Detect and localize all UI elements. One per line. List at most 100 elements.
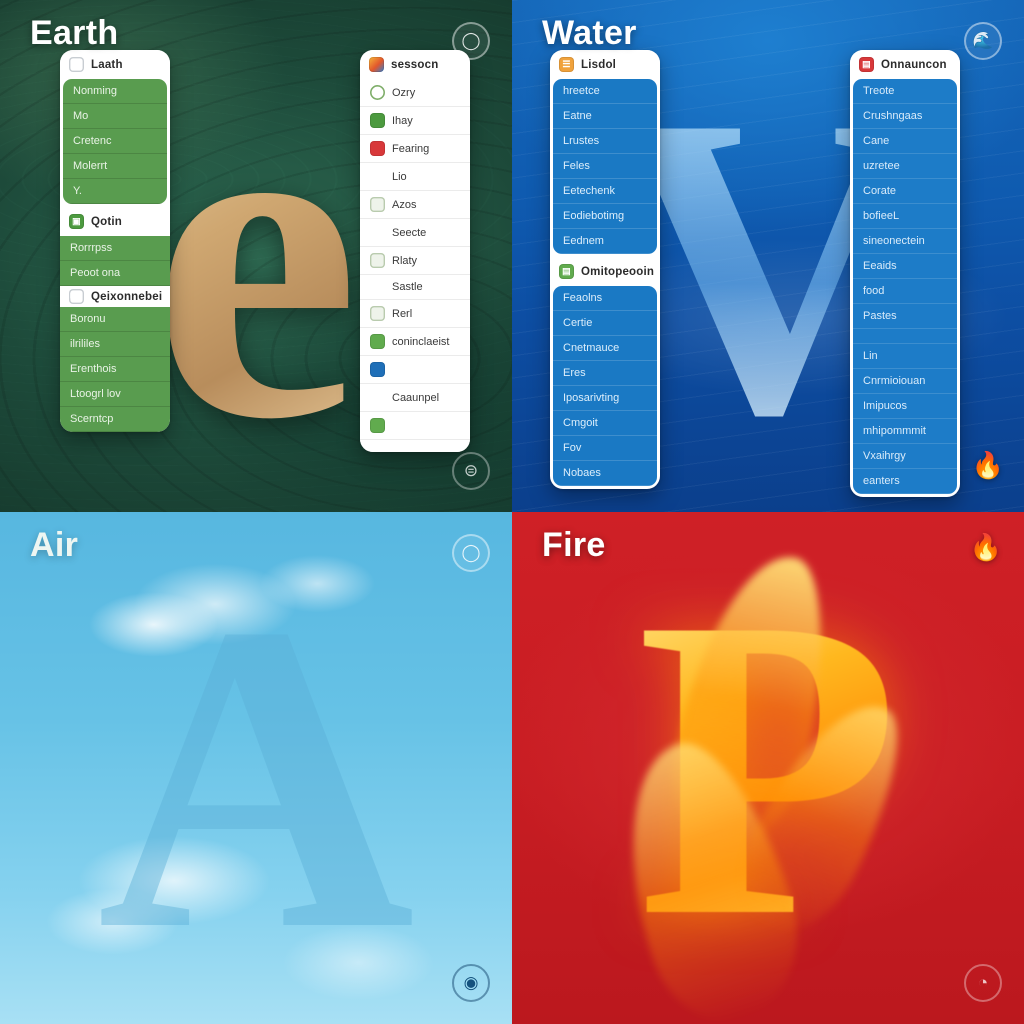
- list-item[interactable]: Ozry: [360, 79, 470, 107]
- list-item[interactable]: Cmgoit: [553, 411, 657, 436]
- list-item-label: Scerntcp: [70, 413, 114, 425]
- list-item[interactable]: Feles: [553, 154, 657, 179]
- list-item[interactable]: Cretenc: [63, 129, 167, 154]
- list-item[interactable]: Feaolns: [553, 286, 657, 311]
- earth-glyph: e: [151, 0, 361, 512]
- list-item[interactable]: coninclaeist: [360, 328, 470, 356]
- air-glyph: A: [97, 534, 415, 1022]
- list-item[interactable]: uzretee: [853, 154, 957, 179]
- list-item[interactable]: Fov: [553, 436, 657, 461]
- list-item[interactable]: ⚲ Lio: [360, 163, 470, 191]
- earth-left-panel[interactable]: ▤ Laath Nonming Mo Cretenc Molerrt Y. ▣ …: [60, 50, 170, 432]
- water-left-panel[interactable]: ☰ Lisdol hreetce Eatne Lrustes Feles Eet…: [550, 50, 660, 489]
- list-item[interactable]: Scerntcp: [60, 407, 170, 432]
- list-item[interactable]: Certie: [553, 311, 657, 336]
- dot-icon: ⚲: [374, 171, 381, 181]
- list-item[interactable]: Eatne: [553, 104, 657, 129]
- list-item[interactable]: bofieeL: [853, 204, 957, 229]
- list-item[interactable]: Eednem: [553, 229, 657, 254]
- list-item[interactable]: Lin: [853, 344, 957, 369]
- water-badge-bottom-right-icon: 🔥: [971, 450, 1004, 480]
- list-item[interactable]: Azos: [360, 191, 470, 219]
- list-item[interactable]: eanters: [853, 469, 957, 494]
- list-item[interactable]: hreetce: [553, 79, 657, 104]
- list-item-label: Molerrt: [73, 160, 108, 172]
- list-item-label: Peoot ona: [70, 267, 121, 279]
- list-item-label: Caaunpel: [392, 391, 440, 404]
- section-list: Feaolns Certie Cnetmauce Eres Iposarivti…: [553, 286, 657, 486]
- list-item[interactable]: Rorrrpss: [60, 236, 170, 261]
- list-item-label: Lrustes: [563, 135, 600, 147]
- list-item-label: Ihay: [392, 114, 413, 127]
- list-item[interactable]: Ltoogrl lov: [60, 382, 170, 407]
- list-item-label: Lio: [392, 170, 407, 183]
- section-header[interactable]: ▤ Laath: [60, 50, 170, 79]
- multi-color-icon: [369, 57, 384, 72]
- quadrant-fire: P Fire 🔥 ◔ ◉ Tire Connon Noopremloe Rorf…: [512, 512, 1024, 1024]
- list-item-label: Rerl: [392, 307, 413, 320]
- list-item[interactable]: mhipommmit: [853, 419, 957, 444]
- list-item[interactable]: sineonectein: [853, 229, 957, 254]
- list-item[interactable]: Y.: [63, 179, 167, 204]
- list-item[interactable]: ilrililes: [60, 332, 170, 357]
- list-item[interactable]: Erenthois: [60, 357, 170, 382]
- pale-icon: [370, 197, 385, 212]
- earth-right-panel[interactable]: sessocn Ozry Ihay Fearing ⚲ Lio Azos C See…: [360, 50, 470, 452]
- section-header[interactable]: ▣ Qotin: [60, 207, 170, 236]
- list-item-label: Corate: [863, 185, 897, 197]
- list-item[interactable]: Mo: [63, 104, 167, 129]
- list-item[interactable]: Peoot ona: [60, 261, 170, 286]
- list-item[interactable]: Nobaes: [553, 461, 657, 486]
- section-header[interactable]: sessocn: [360, 50, 470, 79]
- section-header-label: Omitopeooin: [581, 265, 655, 278]
- green-square-icon: ▣: [69, 214, 84, 229]
- list-item[interactable]: Crushngaas: [853, 104, 957, 129]
- list-item[interactable]: ◢ Caaunpel: [360, 384, 470, 412]
- list-item[interactable]: Cnrmioiouan: [853, 369, 957, 394]
- section-header-label: Laath: [91, 58, 123, 71]
- list-item[interactable]: Iposarivting: [553, 386, 657, 411]
- air-title: Air: [30, 526, 79, 564]
- list-item[interactable]: Eodiebotimg: [553, 204, 657, 229]
- list-item[interactable]: Imipucos: [853, 394, 957, 419]
- list-item[interactable]: food: [853, 279, 957, 304]
- section-header[interactable]: ☰ Lisdol: [550, 50, 660, 79]
- water-right-panel[interactable]: ▤ Onnauncon Treote Crushngaas Cane uzret…: [850, 50, 960, 497]
- list-item[interactable]: Cane: [853, 129, 957, 154]
- list-item[interactable]: Rlaty: [360, 247, 470, 275]
- list-item[interactable]: Molerrt: [63, 154, 167, 179]
- fire-glyph: P: [636, 530, 900, 1006]
- list-item[interactable]: Corate: [853, 179, 957, 204]
- list-item[interactable]: Ihay: [360, 107, 470, 135]
- list-item-label: Cnetmauce: [563, 342, 620, 354]
- list-item[interactable]: C Seecte: [360, 219, 470, 247]
- list-item[interactable]: Lrustes: [553, 129, 657, 154]
- list-item[interactable]: Boronu: [60, 307, 170, 332]
- list-item[interactable]: [360, 440, 470, 452]
- list-item[interactable]: Eeaids: [853, 254, 957, 279]
- list-item[interactable]: Rerl: [360, 300, 470, 328]
- c-icon: C: [374, 227, 381, 238]
- list-item[interactable]: [360, 356, 470, 384]
- list-item[interactable]: Nonming: [63, 79, 167, 104]
- list-item[interactable]: [360, 412, 470, 440]
- list-item[interactable]: Treote: [853, 79, 957, 104]
- list-item-label: Boronu: [70, 313, 106, 325]
- list-item-label: Cane: [863, 135, 890, 147]
- list-item-label: Eetechenk: [563, 185, 615, 197]
- section-header[interactable]: ▤ Onnauncon: [850, 50, 960, 79]
- green-square-icon: [370, 334, 385, 349]
- list-item[interactable]: Eres: [553, 361, 657, 386]
- section-header[interactable]: ▤ Omitopeooin: [550, 257, 660, 286]
- list-item-label: uzretee: [863, 160, 900, 172]
- list-item[interactable]: Vxaihrgy: [853, 444, 957, 469]
- list-item-label: coninclaeist: [392, 335, 450, 348]
- list-item[interactable]: Pastes: [853, 304, 957, 329]
- list-item[interactable]: Sastle: [360, 275, 470, 300]
- section-header[interactable]: ⌨ Qeixonnebei: [60, 286, 170, 307]
- list-item[interactable]: Eetechenk: [553, 179, 657, 204]
- list-item-label: eanters: [863, 475, 900, 487]
- list-item[interactable]: Fearing: [360, 135, 470, 163]
- list-item[interactable]: Cnetmauce: [553, 336, 657, 361]
- list-item-label: Eeaids: [863, 260, 897, 272]
